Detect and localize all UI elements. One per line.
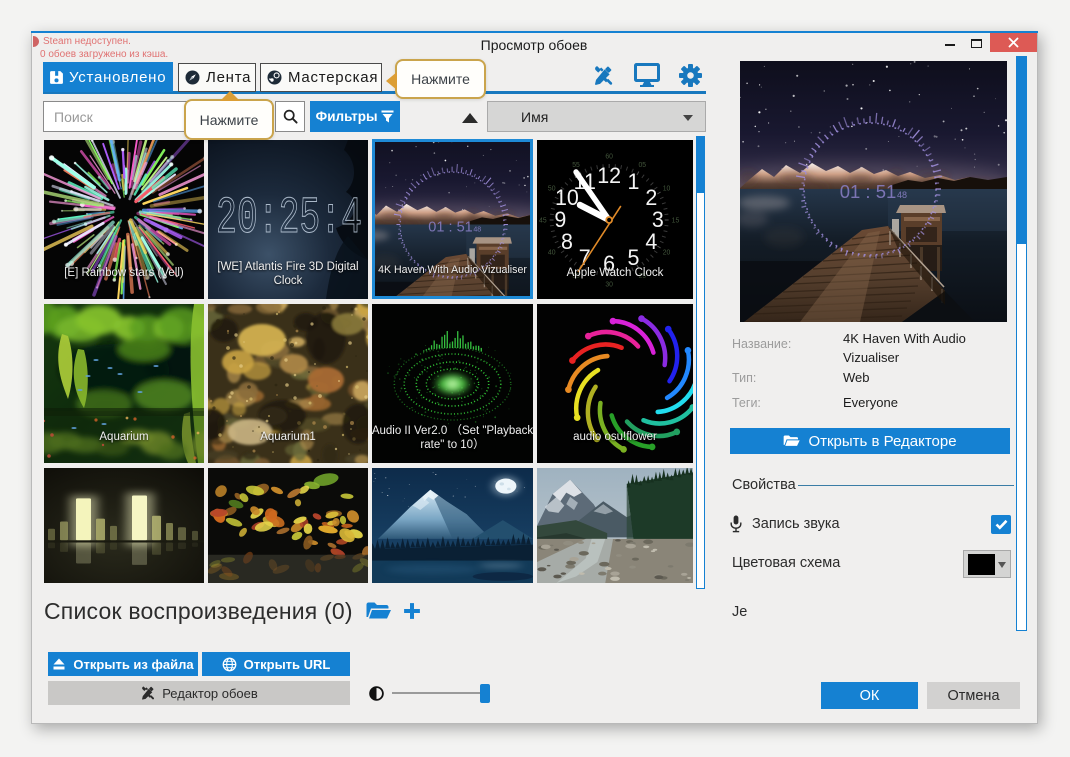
svg-text:45: 45 bbox=[539, 217, 547, 224]
svg-text:50: 50 bbox=[548, 185, 556, 192]
svg-text:20:25:4: 20:25:4 bbox=[216, 189, 362, 248]
svg-text:15: 15 bbox=[672, 217, 680, 224]
svg-text:55: 55 bbox=[572, 162, 580, 169]
svg-text:10: 10 bbox=[663, 185, 671, 192]
svg-text:1: 1 bbox=[628, 169, 640, 194]
svg-text:9: 9 bbox=[554, 207, 566, 232]
svg-text:4: 4 bbox=[645, 229, 657, 254]
svg-text:12: 12 bbox=[597, 163, 621, 188]
svg-text:30: 30 bbox=[605, 281, 613, 288]
svg-text:60: 60 bbox=[605, 153, 613, 160]
svg-text:40: 40 bbox=[548, 249, 556, 256]
svg-text:05: 05 bbox=[639, 162, 647, 169]
svg-text:20: 20 bbox=[663, 249, 671, 256]
svg-text:8: 8 bbox=[561, 229, 573, 254]
